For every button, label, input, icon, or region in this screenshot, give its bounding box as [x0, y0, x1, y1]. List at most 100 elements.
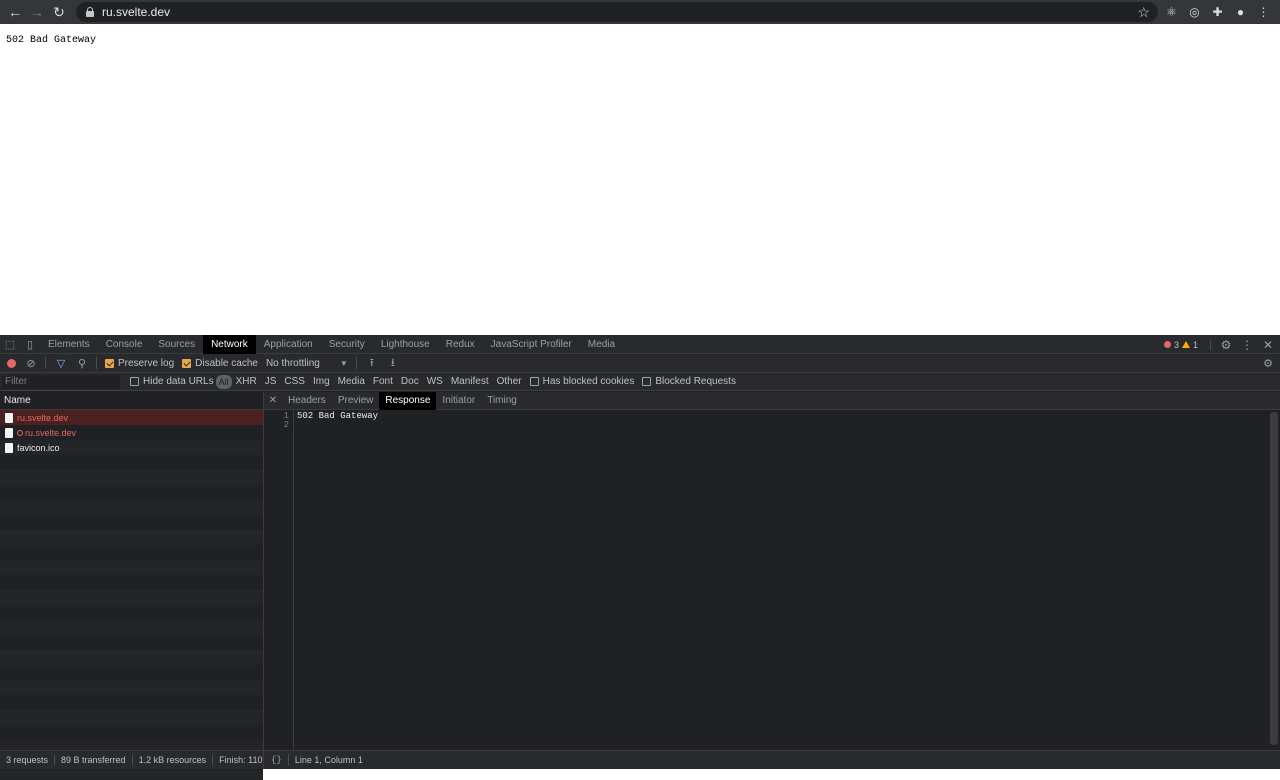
- puzzle-icon[interactable]: ✚: [1208, 2, 1227, 22]
- warning-count: 1: [1192, 339, 1198, 350]
- close-devtools-icon[interactable]: ✕: [1262, 338, 1274, 352]
- separator: [355, 357, 357, 369]
- tab-preview[interactable]: Preview: [332, 392, 380, 410]
- tab-redux[interactable]: Redux: [438, 335, 483, 354]
- arrow-right-icon: →: [30, 4, 44, 20]
- page-viewport: 502 Bad Gateway: [0, 24, 1280, 335]
- name-column-header[interactable]: Name: [0, 392, 263, 410]
- warning-icon: [1181, 341, 1190, 348]
- tab-media[interactable]: Media: [580, 335, 623, 354]
- filter-type-doc[interactable]: Doc: [397, 375, 423, 389]
- filter-funnel-icon[interactable]: ▽: [55, 357, 67, 370]
- network-summary-bar: 3 requests 89 B transferred 1.2 kB resou…: [0, 750, 264, 769]
- separator: [287, 754, 289, 766]
- pretty-print-icon[interactable]: {}: [271, 755, 282, 765]
- requests-pane: Name ru.svelte.dev ru.svelte.dev favicon…: [0, 392, 264, 780]
- request-name: ru.svelte.dev: [25, 427, 77, 438]
- tab-elements[interactable]: Elements: [40, 335, 98, 354]
- import-har-icon[interactable]: ⭱: [366, 354, 378, 373]
- filter-type-ws[interactable]: WS: [423, 375, 447, 389]
- has-blocked-cookies-checkbox[interactable]: Has blocked cookies: [529, 376, 635, 387]
- devtools-panel: ⬚ ▯ Elements Console Sources Network App…: [0, 334, 1280, 780]
- filter-type-all[interactable]: All: [215, 374, 232, 389]
- bookmark-star-icon[interactable]: ☆: [1137, 4, 1150, 21]
- tab-console[interactable]: Console: [98, 335, 151, 354]
- request-count: 3 requests: [0, 755, 56, 765]
- tab-security[interactable]: Security: [321, 335, 373, 354]
- checkbox-unchecked-icon: [642, 377, 652, 386]
- line-number: 2: [283, 420, 289, 430]
- response-code-view[interactable]: 1 2 502 Bad Gateway: [264, 410, 1280, 750]
- forward-button[interactable]: →: [26, 1, 48, 23]
- throttling-value: No throttling: [265, 357, 320, 369]
- url-text[interactable]: ru.svelte.dev: [102, 5, 170, 19]
- issues-badge[interactable]: 3 1: [1163, 339, 1211, 350]
- extension-circle-icon[interactable]: ◎: [1185, 2, 1204, 22]
- hide-data-urls-checkbox[interactable]: Hide data URLs: [130, 376, 214, 387]
- close-details-icon[interactable]: ✕: [264, 395, 282, 406]
- error-circle-icon: [17, 429, 23, 436]
- tab-javascript-profiler[interactable]: JavaScript Profiler: [483, 335, 580, 354]
- throttling-select[interactable]: No throttling ▼: [266, 358, 348, 369]
- response-status-bar: {} Line 1, Column 1: [264, 750, 1280, 769]
- filter-type-img[interactable]: Img: [309, 375, 334, 389]
- blocked-requests-label: Blocked Requests: [655, 376, 736, 387]
- filter-type-media[interactable]: Media: [334, 375, 369, 389]
- request-name: favicon.ico: [17, 442, 60, 453]
- request-row[interactable]: favicon.ico: [0, 440, 263, 455]
- tab-headers[interactable]: Headers: [282, 392, 332, 410]
- devtools-menu-icon[interactable]: ⋮: [1241, 338, 1253, 352]
- settings-gear-icon[interactable]: ⚙: [1220, 338, 1232, 352]
- preserve-log-label: Preserve log: [118, 357, 175, 369]
- reload-button[interactable]: ↻: [48, 1, 70, 23]
- requests-empty-area: [0, 455, 263, 780]
- filter-type-xhr[interactable]: XHR: [232, 375, 261, 389]
- tab-lighthouse[interactable]: Lighthouse: [373, 335, 438, 354]
- separator: [45, 357, 46, 369]
- extensions-area: ⚛ ◎ ✚ ● ⋮: [1162, 0, 1273, 24]
- tab-network[interactable]: Network: [203, 334, 256, 354]
- tab-sources[interactable]: Sources: [150, 335, 203, 354]
- filter-type-other[interactable]: Other: [493, 375, 526, 389]
- blocked-requests-checkbox[interactable]: Blocked Requests: [642, 376, 736, 387]
- back-button[interactable]: ←: [4, 1, 26, 23]
- clear-icon[interactable]: ⊘: [25, 357, 37, 370]
- arrow-left-icon: ←: [8, 4, 22, 20]
- filter-type-css[interactable]: CSS: [280, 375, 309, 389]
- disable-cache-checkbox[interactable]: Disable cache: [182, 358, 258, 369]
- address-bar[interactable]: ru.svelte.dev ☆: [76, 2, 1158, 22]
- page-body-text: 502 Bad Gateway: [6, 35, 97, 46]
- separator: [96, 357, 97, 369]
- filter-type-js[interactable]: JS: [261, 375, 281, 389]
- inspect-element-icon[interactable]: ⬚: [0, 335, 20, 354]
- record-icon[interactable]: [7, 358, 16, 368]
- browser-toolbar: ← → ↻ ru.svelte.dev ☆ ⚛ ◎ ✚ ● ⋮: [0, 0, 1280, 24]
- preserve-log-checkbox[interactable]: Preserve log: [105, 358, 174, 369]
- tab-application[interactable]: Application: [256, 335, 321, 354]
- tab-response[interactable]: Response: [379, 391, 437, 410]
- tab-initiator[interactable]: Initiator: [436, 392, 481, 410]
- filter-type-manifest[interactable]: Manifest: [447, 375, 493, 389]
- request-row[interactable]: ru.svelte.dev: [0, 410, 263, 425]
- error-count: 3: [1173, 339, 1179, 350]
- filter-input[interactable]: [2, 374, 120, 389]
- checkbox-checked-icon: [105, 358, 114, 368]
- dropdown-caret-icon: ▼: [339, 358, 348, 368]
- react-devtools-icon[interactable]: ⚛: [1162, 2, 1181, 22]
- response-content: 502 Bad Gateway: [297, 411, 379, 421]
- network-settings-gear-icon[interactable]: ⚙: [1262, 357, 1274, 370]
- request-details-pane: ✕ Headers Preview Response Initiator Tim…: [264, 391, 1280, 750]
- device-toolbar-icon[interactable]: ▯: [20, 335, 40, 354]
- vertical-scrollbar[interactable]: [1270, 412, 1278, 745]
- profile-icon[interactable]: ●: [1231, 2, 1250, 22]
- lock-icon: [86, 7, 94, 17]
- request-row[interactable]: ru.svelte.dev: [0, 425, 263, 440]
- has-blocked-cookies-label: Has blocked cookies: [542, 376, 635, 387]
- search-icon[interactable]: ⚲: [76, 357, 88, 370]
- export-har-icon[interactable]: ⭳: [387, 354, 399, 373]
- tab-timing[interactable]: Timing: [481, 392, 523, 410]
- menu-kebab-icon[interactable]: ⋮: [1254, 2, 1273, 22]
- filter-type-font[interactable]: Font: [369, 375, 397, 389]
- reload-icon: ↻: [53, 3, 65, 20]
- document-icon: [5, 427, 13, 438]
